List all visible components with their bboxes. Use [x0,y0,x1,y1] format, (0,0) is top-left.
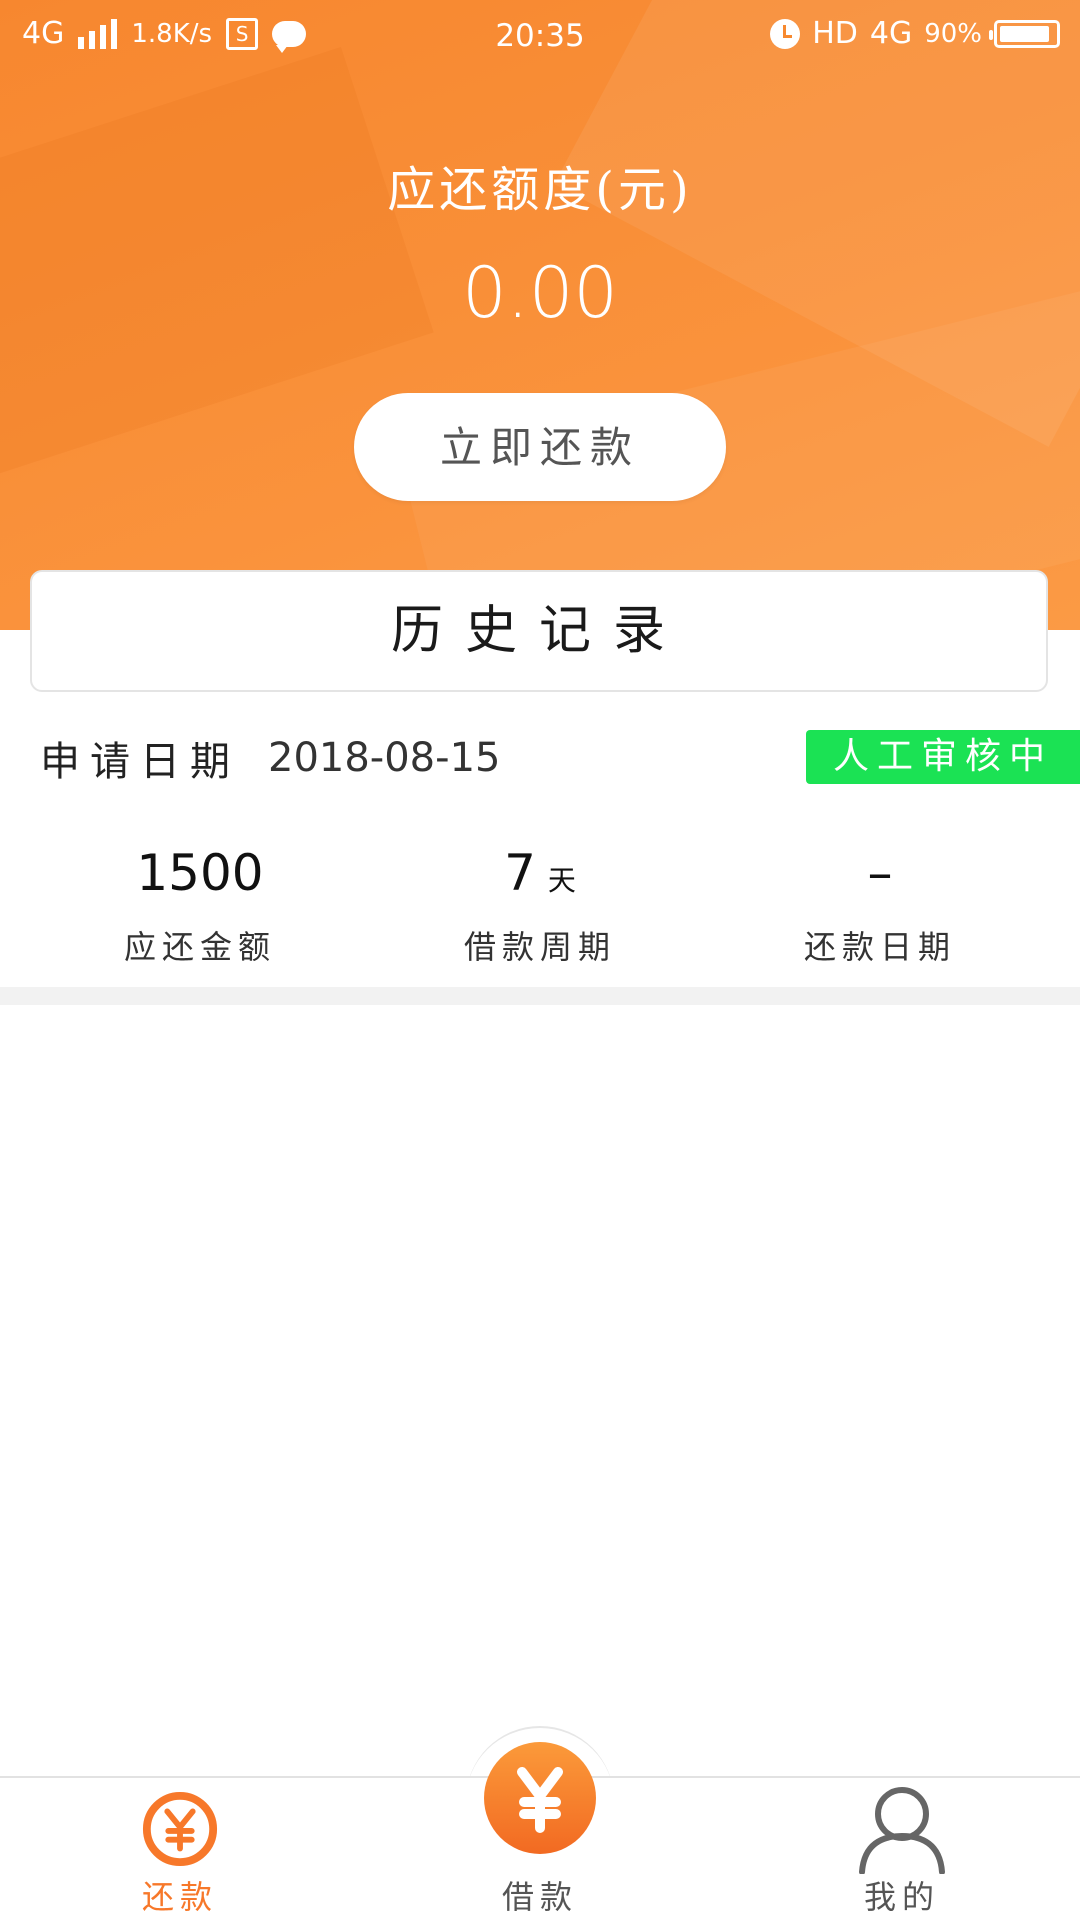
stat-value: – [710,838,1050,908]
network-right-label: 4G [869,16,913,51]
stat-loan-period: 7天 借款周期 [370,838,710,968]
application-date-value: 2018-08-15 [268,735,501,781]
stat-period-value: 7 [504,844,536,902]
battery-level [1000,25,1049,42]
status-bar: 4G 1.8K/s S 20:35 HD 4G 90% [0,0,1080,72]
application-date-row: 申请日期 2018-08-15 [40,728,500,788]
nav-label-loan: 借款 [501,1878,578,1916]
battery-percent: 90% [924,18,982,49]
nav-item-repay[interactable]: 还款 [80,1778,280,1922]
stat-period-unit: 天 [547,864,576,897]
battery-icon [989,19,1060,48]
stat-amount-due: 1500 应还金额 [30,838,370,968]
user-icon [859,1787,945,1874]
alarm-icon [770,18,801,49]
stat-date-value: – [867,844,893,902]
yuan-circle-icon [142,1791,218,1867]
stat-period-caption: 借款周期 [463,928,616,966]
hd-label: HD [812,16,858,51]
history-record-card[interactable]: 历史记录 [30,570,1048,692]
nav-label-repay: 还款 [141,1878,218,1916]
stat-value: 7天 [370,838,710,908]
repay-now-button[interactable]: 立即还款 [354,393,726,501]
amount-due-value: 0.00 [462,252,618,334]
status-badge: 人工审核中 [806,730,1080,784]
stat-amount-caption: 应还金额 [123,928,276,966]
yuan-filled-icon[interactable] [484,1742,596,1854]
stat-repay-date: – 还款日期 [710,838,1050,968]
stat-amount-value: 1500 [136,844,264,902]
stat-date-caption: 还款日期 [803,928,956,966]
status-bar-right: HD 4G 90% [770,16,1060,51]
stat-value: 1500 [30,838,370,908]
loan-stats: 1500 应还金额 7天 借款周期 – 还款日期 [0,838,1080,988]
nav-label-mine: 我的 [863,1878,940,1916]
amount-due-label: 应还额度(元) [387,162,693,218]
section-divider [0,987,1080,1005]
nav-item-mine[interactable]: 我的 [802,1778,1002,1922]
application-date-label: 申请日期 [40,739,240,785]
